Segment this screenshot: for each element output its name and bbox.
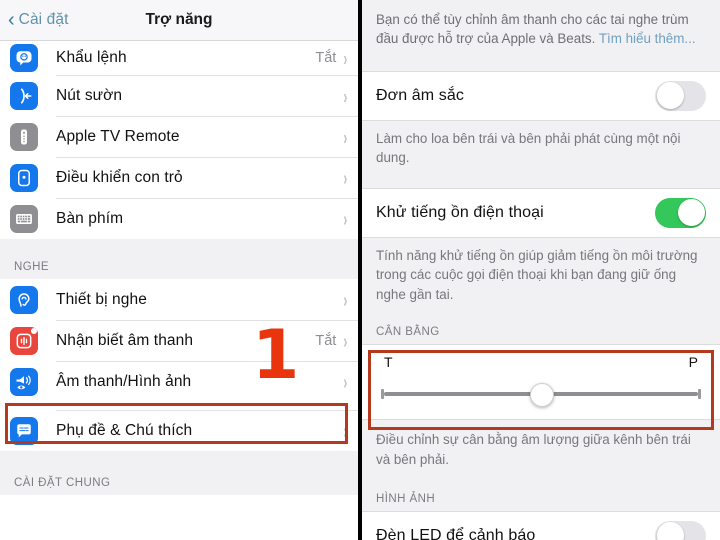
balance-slider-wrapper: T P [362,344,720,431]
sound-recognition-icon [10,326,38,355]
toggle-knob [656,522,684,540]
balance-right-label: P [688,354,698,371]
balance-note: Điều chỉnh sự cân bằng âm lượng giữa kên… [362,420,720,473]
left-phone-panel: ‹ Cài đặt Trợ năng Khẩu lệnh Tắt › Nút s… [0,0,362,540]
list-item-label: Nhận biết âm thanh [56,331,194,349]
list-item-label: Apple TV Remote [56,127,180,145]
list-item-subtitles[interactable]: Phụ đề & Chú thích › [0,410,358,451]
list-item-label: Âm thanh/Hình ảnh [56,372,192,390]
side-button-icon [10,81,38,110]
list-item-keyboard[interactable]: Bàn phím › [0,198,358,239]
led-flash-label: Đèn LED để cảnh báo [376,526,536,540]
balance-left-label: T [384,354,393,371]
ear-icon [10,285,38,314]
chevron-right-icon: › [343,124,348,149]
list-item-value: Tắt [315,332,337,349]
apple-tv-remote-icon [10,122,38,151]
accessibility-list-hearing: Thiết bị nghe › Nhận biết âm thanh Tắt ›… [0,279,358,451]
subtitles-icon [10,416,38,445]
row-led-flash-alerts[interactable]: Đèn LED để cảnh báo [362,510,720,540]
list-item-apple-tv-remote[interactable]: Apple TV Remote › [0,116,358,157]
list-item-audio-visual[interactable]: Âm thanh/Hình ảnh › [0,361,358,402]
section-header-general: CÀI ĐẶT CHUNG [0,451,358,495]
list-item-label: Nút sườn [56,86,123,104]
keyboard-icon [10,204,38,233]
balance-slider-cell[interactable]: T P [362,344,720,421]
balance-channel-labels: T P [384,354,698,370]
learn-more-link[interactable]: Tìm hiểu thêm... [599,31,696,46]
badge-dot [31,327,37,334]
list-item-label: Phụ đề & Chú thích [56,421,193,439]
chevron-left-icon: ‹ [8,9,15,31]
mono-audio-note: Làm cho loa bên trái và bên phải phát cù… [362,120,720,172]
list-item-sound-recognition[interactable]: Nhận biết âm thanh Tắt › [0,320,358,361]
back-button-label: Cài đặt [18,11,69,28]
mono-audio-toggle[interactable] [655,80,706,111]
list-item-label: Điều khiển con trỏ [56,168,183,186]
list-item-pointer-control[interactable]: Điều khiển con trỏ › [0,157,358,198]
audio-visual-icon [10,367,38,396]
section-header-visual: HÌNH ẢNH [362,472,720,511]
toggle-knob [677,199,705,227]
headphone-accommodations-blurb: Bạn có thể tùy chỉnh âm thanh cho các ta… [362,0,720,61]
chevron-right-icon: › [343,46,348,70]
screenshot-root: ‹ Cài đặt Trợ năng Khẩu lệnh Tắt › Nút s… [0,0,720,540]
accessibility-list-top: Khẩu lệnh Tắt › Nút sườn › Apple TV Remo… [0,41,358,239]
row-phone-noise-cancellation[interactable]: Khử tiếng ồn điện thoại [362,187,720,238]
list-item-voice-control[interactable]: Khẩu lệnh Tắt › [0,41,358,75]
list-item-label: Khẩu lệnh [56,49,127,66]
list-item-hearing-devices[interactable]: Thiết bị nghe › [0,279,358,320]
toggle-knob [656,82,684,110]
chevron-right-icon: › [343,206,348,231]
row-mono-audio[interactable]: Đơn âm sắc [362,70,720,121]
section-header-balance: CÂN BẰNG [362,308,720,345]
chevron-right-icon: › [343,165,348,190]
back-button[interactable]: ‹ Cài đặt [0,10,68,30]
chevron-right-icon: › [343,418,348,443]
phone-noise-cancellation-label: Khử tiếng ồn điện thoại [376,203,544,221]
section-header-hearing: NGHE [0,239,358,279]
list-item-label: Thiết bị nghe [56,290,147,308]
mono-audio-label: Đơn âm sắc [376,86,464,104]
list-item-label: Bàn phím [56,209,124,227]
list-item-value: Tắt [315,50,337,66]
navigation-bar: ‹ Cài đặt Trợ năng [0,0,358,41]
led-flash-toggle[interactable] [655,520,706,540]
voice-control-icon [10,44,38,72]
phone-noise-cancellation-toggle[interactable] [655,197,706,228]
pointer-control-icon [10,163,38,192]
chevron-right-icon: › [343,83,348,108]
list-item-side-button[interactable]: Nút sườn › [0,75,358,116]
chevron-right-icon: › [343,287,348,312]
chevron-right-icon: › [343,328,348,353]
chevron-right-icon: › [343,369,348,394]
balance-slider-thumb[interactable] [530,383,554,408]
phone-noise-cancellation-note: Tính năng khử tiếng ồn giúp giảm tiếng ồ… [362,237,720,309]
right-phone-panel: Bạn có thể tùy chỉnh âm thanh cho các ta… [362,0,720,540]
